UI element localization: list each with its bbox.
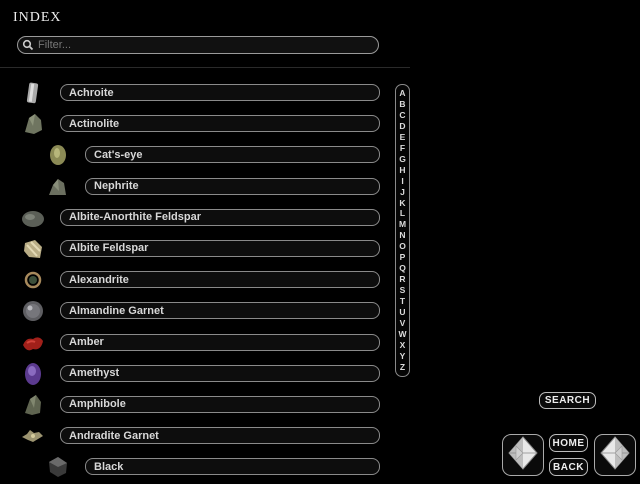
list-item-black[interactable]: Black <box>0 452 400 483</box>
alphabet-letter-t[interactable]: T <box>400 297 405 306</box>
search-icon <box>18 36 38 54</box>
alphabet-letter-o[interactable]: O <box>399 242 406 251</box>
list-item-label[interactable]: Black <box>85 458 380 476</box>
alphabet-letter-v[interactable]: V <box>400 319 406 328</box>
amber-thumbnail <box>21 331 45 355</box>
alphabet-letter-d[interactable]: D <box>399 121 405 131</box>
list-item-cats-eye[interactable]: Cat's-eye <box>0 140 400 171</box>
alphabet-letter-q[interactable]: Q <box>399 264 406 273</box>
alphabet-letter-p[interactable]: P <box>400 253 406 262</box>
alphabet-letter-c[interactable]: C <box>399 110 405 120</box>
list-item-label[interactable]: Actinolite <box>60 115 380 133</box>
list-item-label[interactable]: Albite Feldspar <box>60 239 380 257</box>
gem-icon <box>600 435 630 475</box>
almandine-garnet-thumbnail <box>21 299 45 323</box>
alphabet-letter-s[interactable]: S <box>400 286 406 295</box>
alphabet-letter-b[interactable]: B <box>399 99 405 109</box>
home-button[interactable]: HOME <box>549 434 588 452</box>
divider <box>0 67 410 68</box>
gem-list[interactable]: Achroite Actinolite Cat's-eye Nephrite A… <box>0 78 400 483</box>
page-title: INDEX <box>13 10 62 25</box>
actinolite-thumbnail <box>21 112 45 136</box>
alphabet-letter-z[interactable]: Z <box>400 362 405 372</box>
list-item-andradite-garnet[interactable]: Andradite Garnet <box>0 421 400 452</box>
alphabet-letter-a[interactable]: A <box>399 89 405 98</box>
list-item-label[interactable]: Amber <box>60 333 380 351</box>
list-item-label[interactable]: Alexandrite <box>60 271 380 289</box>
alphabet-letter-e[interactable]: E <box>400 132 406 142</box>
albite-feldspar-thumbnail <box>21 237 45 261</box>
alphabet-letter-u[interactable]: U <box>399 308 405 317</box>
list-item-albite-feldspar[interactable]: Albite Feldspar <box>0 234 400 265</box>
alphabet-letter-r[interactable]: R <box>399 275 405 284</box>
amethyst-thumbnail <box>21 362 45 386</box>
list-item-actinolite[interactable]: Actinolite <box>0 109 400 140</box>
previous-button[interactable] <box>502 434 544 476</box>
alphabet-letter-n[interactable]: N <box>399 231 405 240</box>
alphabet-letter-f[interactable]: F <box>400 143 405 153</box>
achroite-thumbnail <box>21 81 45 105</box>
list-item-label[interactable]: Achroite <box>60 84 380 101</box>
alphabet-letter-m[interactable]: M <box>399 220 406 229</box>
albite-anorthite-feldspar-thumbnail <box>21 206 45 230</box>
list-item-alexandrite[interactable]: Alexandrite <box>0 265 400 296</box>
filter-input[interactable] <box>38 39 358 51</box>
alphabet-letter-y[interactable]: Y <box>400 351 406 361</box>
black-thumbnail <box>46 455 70 479</box>
filter-field[interactable] <box>17 36 379 54</box>
list-item-nephrite[interactable]: Nephrite <box>0 172 400 203</box>
list-item-almandine-garnet[interactable]: Almandine Garnet <box>0 296 400 327</box>
alexandrite-thumbnail <box>21 268 45 292</box>
search-button[interactable]: SEARCH <box>539 392 596 409</box>
list-item-label[interactable]: Almandine Garnet <box>60 302 380 320</box>
alphabet-index[interactable]: ABCDEFGHIJKLMNOPQRSTUVWXYZ <box>395 84 410 377</box>
gem-icon <box>508 435 538 475</box>
list-item-label[interactable]: Albite-Anorthite Feldspar <box>60 208 380 226</box>
andradite-garnet-thumbnail <box>21 424 45 448</box>
back-button[interactable]: BACK <box>549 458 588 476</box>
list-item-amethyst[interactable]: Amethyst <box>0 359 400 390</box>
list-item-label[interactable]: Amphibole <box>60 395 380 413</box>
list-item-achroite[interactable]: Achroite <box>0 78 400 109</box>
list-item-label[interactable]: Cat's-eye <box>85 146 380 164</box>
list-item-albite-anorthite-feldspar[interactable]: Albite-Anorthite Feldspar <box>0 203 400 234</box>
list-item-amber[interactable]: Amber <box>0 328 400 359</box>
amphibole-thumbnail <box>21 393 45 417</box>
nephrite-thumbnail <box>46 175 70 199</box>
alphabet-letter-h[interactable]: H <box>399 165 405 175</box>
alphabet-letter-g[interactable]: G <box>399 154 406 164</box>
alphabet-letter-l[interactable]: L <box>400 209 405 218</box>
cats-eye-thumbnail <box>46 143 70 167</box>
list-item-label[interactable]: Andradite Garnet <box>60 427 380 445</box>
list-item-label[interactable]: Amethyst <box>60 364 380 382</box>
alphabet-letter-k[interactable]: K <box>399 198 405 208</box>
next-button[interactable] <box>594 434 636 476</box>
alphabet-letter-i[interactable]: I <box>401 176 403 186</box>
alphabet-letter-j[interactable]: J <box>400 187 405 197</box>
list-item-amphibole[interactable]: Amphibole <box>0 390 400 421</box>
list-item-label[interactable]: Nephrite <box>85 177 380 195</box>
alphabet-letter-w[interactable]: W <box>398 329 406 339</box>
alphabet-letter-x[interactable]: X <box>400 340 406 350</box>
